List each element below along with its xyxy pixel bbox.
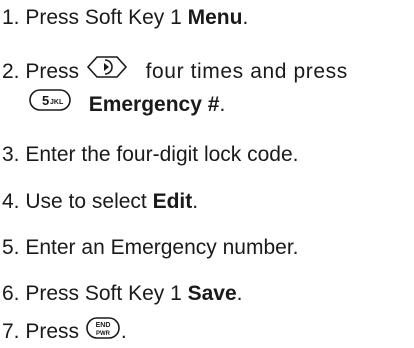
save-label: Save xyxy=(187,282,237,305)
step-2: 2. Press four times and press xyxy=(2,56,348,89)
step-tail: . xyxy=(236,282,243,305)
step-text: Enter the four-digit lock code. xyxy=(25,143,299,166)
step-tail: . xyxy=(192,190,199,213)
svg-text:5: 5 xyxy=(42,93,49,108)
step-text: Press xyxy=(25,320,80,344)
step-text: Enter an Emergency number. xyxy=(25,236,299,259)
step-tail: . xyxy=(219,93,226,117)
step-4: 4. Use to select Edit. xyxy=(2,189,198,215)
svg-text:JKL: JKL xyxy=(50,99,64,106)
step-number: 6. xyxy=(2,282,20,305)
key-5-jkl-icon: 5 JKL xyxy=(28,88,72,119)
step-number: 3. xyxy=(2,143,20,166)
step-text: Press Soft Key 1 xyxy=(25,282,182,305)
step-1: 1. Press Soft Key 1 Menu. xyxy=(2,5,248,31)
svg-text:PWR: PWR xyxy=(96,331,111,337)
menu-label: Menu xyxy=(187,6,243,29)
emergency-label: Emergency # xyxy=(88,93,220,117)
step-number: 7. xyxy=(2,320,20,344)
step-7: 7. Press END PWR . xyxy=(2,317,127,348)
step-tail: . xyxy=(120,320,127,344)
svg-text:END: END xyxy=(96,322,111,329)
step-6: 6. Press Soft Key 1 Save. xyxy=(2,281,243,307)
step-text: Press xyxy=(25,60,80,84)
step-tail: . xyxy=(242,6,249,29)
end-pwr-key-icon: END PWR xyxy=(85,316,121,347)
step-text: Use to select xyxy=(25,190,147,213)
step-number: 2. xyxy=(2,60,20,84)
step-text: four times and press xyxy=(145,60,348,84)
step-5: 5. Enter an Emergency number. xyxy=(2,235,299,261)
step-2-continued: 5 JKL Emergency #. xyxy=(2,88,226,121)
nav-right-key-icon xyxy=(85,54,129,87)
step-text: Press Soft Key 1 xyxy=(25,6,182,29)
step-3: 3. Enter the four-digit lock code. xyxy=(2,142,299,168)
edit-label: Edit xyxy=(152,190,193,213)
step-number: 4. xyxy=(2,190,20,213)
step-number: 1. xyxy=(2,6,20,29)
step-number: 5. xyxy=(2,236,20,259)
